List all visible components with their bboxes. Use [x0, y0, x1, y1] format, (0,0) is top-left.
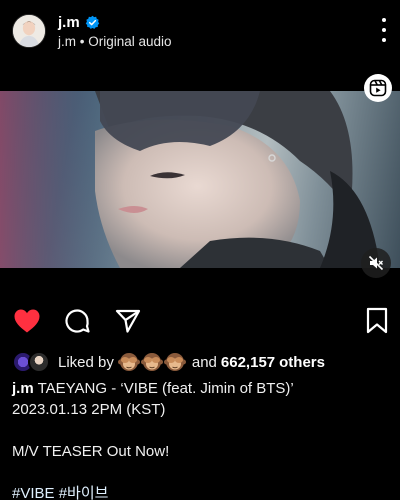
see-no-evil-monkey-icon	[163, 353, 186, 371]
liked-by-label: Liked by	[58, 353, 114, 371]
audio-title: Original audio	[88, 33, 172, 49]
caption-hashtags[interactable]: #VIBE #바이브	[12, 483, 392, 500]
caption-line-1: TAEYANG - ‘VIBE (feat. Jimin of BTS)’	[37, 380, 294, 397]
username[interactable]: j.m	[58, 14, 80, 31]
reels-icon[interactable]	[364, 74, 392, 102]
see-no-evil-monkey-icon	[140, 353, 163, 371]
post-video[interactable]	[0, 91, 400, 268]
others-label[interactable]: others	[279, 354, 325, 371]
liker-avatar	[28, 351, 50, 373]
video-frame	[0, 91, 400, 268]
heart-icon[interactable]	[12, 306, 42, 336]
and-label: and	[191, 353, 217, 371]
bookmark-icon[interactable]	[362, 306, 392, 336]
caption-line-3: M/V TEASER Out Now!	[12, 443, 170, 460]
action-bar	[0, 306, 400, 338]
audio-attribution[interactable]: j.m • Original audio	[58, 34, 172, 49]
liker-avatars	[12, 351, 50, 373]
likes-count[interactable]: 662,157	[221, 354, 275, 371]
caption-username[interactable]: j.m	[12, 380, 34, 397]
audio-separator: •	[79, 33, 85, 49]
more-options-icon[interactable]	[376, 18, 392, 42]
caption-line-2: 2023.01.13 2PM (KST)	[12, 401, 166, 418]
post-caption: j.m TAEYANG - ‘VIBE (feat. Jimin of BTS)…	[12, 378, 392, 500]
speaker-muted-icon[interactable]	[361, 248, 391, 278]
verified-badge-icon	[85, 15, 99, 29]
send-icon[interactable]	[113, 306, 143, 336]
audio-username: j.m	[58, 33, 76, 49]
avatar[interactable]	[12, 14, 46, 48]
likes-summary[interactable]: Liked by and 662,157 others	[12, 348, 325, 376]
post-header: j.m j.m • Original audio	[0, 0, 400, 62]
see-no-evil-monkey-icon	[117, 353, 140, 371]
emoji-group	[117, 351, 186, 373]
instagram-post: j.m j.m • Original audio Liked by and 66…	[0, 0, 400, 500]
comment-icon[interactable]	[62, 306, 92, 336]
